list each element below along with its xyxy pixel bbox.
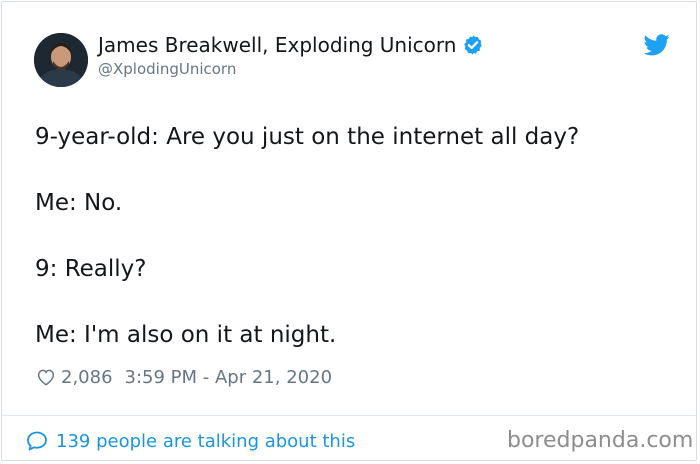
speech-bubble-icon bbox=[27, 431, 47, 451]
author-handle[interactable]: @XplodingUnicorn bbox=[98, 60, 236, 78]
verified-badge-icon bbox=[464, 35, 483, 55]
tweet-card: James Breakwell, Exploding Unicorn @Xplo… bbox=[1, 1, 697, 461]
watermark: boredpanda.com bbox=[507, 428, 694, 453]
author-name-text: James Breakwell, Exploding Unicorn bbox=[98, 33, 457, 57]
tweet-text-line: Me: No. bbox=[35, 190, 123, 216]
tweet-meta: 2,086 3:59 PM - Apr 21, 2020 bbox=[35, 366, 332, 388]
heart-icon[interactable] bbox=[35, 366, 57, 388]
tweet-text-line: 9: Really? bbox=[35, 256, 147, 282]
talking-about-link[interactable]: 139 people are talking about this bbox=[25, 429, 355, 453]
twitter-bird-icon[interactable] bbox=[644, 34, 670, 56]
avatar-icon bbox=[34, 33, 88, 87]
talking-about-text: 139 people are talking about this bbox=[56, 430, 356, 452]
tweet-text-line: Me: I'm also on it at night. bbox=[35, 322, 337, 348]
author-name[interactable]: James Breakwell, Exploding Unicorn bbox=[98, 33, 484, 57]
like-count: 2,086 bbox=[61, 366, 113, 388]
tweet-timestamp[interactable]: 3:59 PM - Apr 21, 2020 bbox=[125, 367, 332, 388]
avatar[interactable] bbox=[34, 33, 88, 87]
divider bbox=[2, 415, 696, 416]
tweet-text-line: 9-year-old: Are you just on the internet… bbox=[35, 124, 580, 150]
